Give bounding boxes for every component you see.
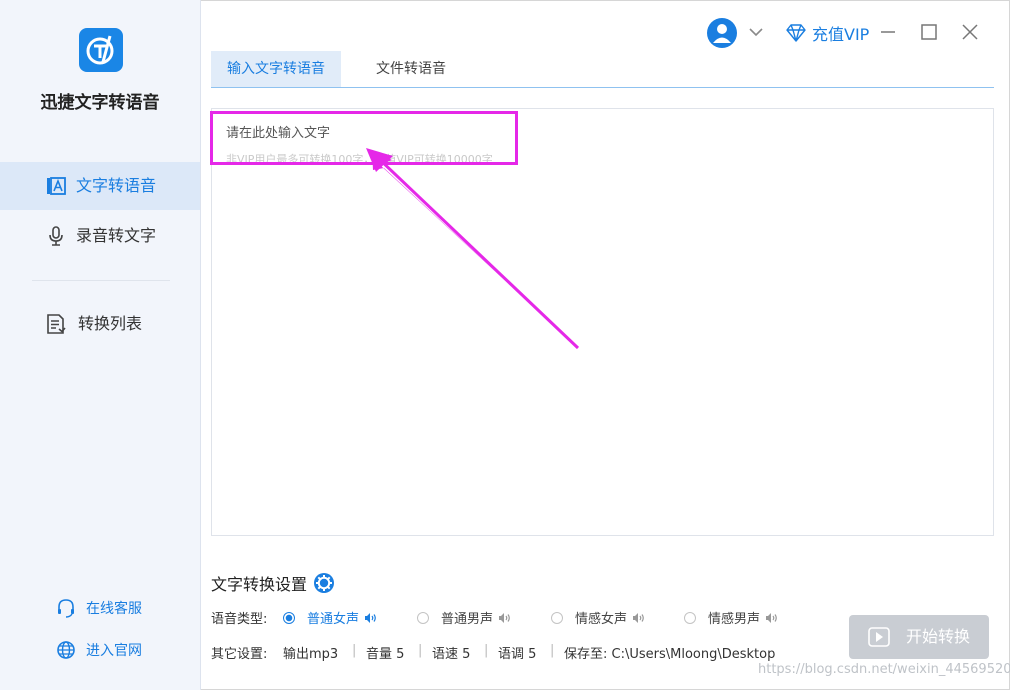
conversion-settings-title: 文字转换设置: [211, 571, 335, 595]
text-input-area[interactable]: 请在此处输入文字 非VIP用户最多可转换100字，充值VIP可转换10000字: [211, 108, 994, 536]
document-list-icon: [47, 314, 66, 334]
headset-icon: [58, 599, 74, 618]
sidebar-item-label: 转换列表: [78, 314, 143, 333]
speaker-icon[interactable]: [632, 612, 646, 624]
voice-option-label: 情感男声: [708, 612, 761, 627]
sidebar: 迅捷文字转语音 文字转语音 录音转文字 转换列表 在线客服 进入官网: [0, 0, 201, 690]
voice-option-emotional-male[interactable]: 情感男声: [684, 608, 779, 627]
user-icon: [713, 24, 731, 43]
speaker-icon[interactable]: [765, 612, 779, 624]
volume-setting[interactable]: 音量 5: [366, 643, 404, 662]
save-path-setting[interactable]: 保存至: C:\Users\Mloong\Desktop: [564, 643, 775, 662]
speed-setting[interactable]: 语速 5: [432, 643, 470, 662]
footer-link-label: 在线客服: [86, 601, 142, 617]
minimize-button[interactable]: [876, 20, 900, 44]
voice-option-normal-female[interactable]: 普通女声: [283, 608, 378, 627]
chevron-down-icon[interactable]: [748, 26, 764, 38]
sidebar-item-text-to-speech[interactable]: 文字转语音: [0, 162, 200, 210]
tab-file-to-speech[interactable]: 文件转语音: [376, 51, 446, 87]
globe-icon: [57, 641, 75, 659]
sidebar-item-conversion-list[interactable]: 转换列表: [0, 300, 200, 348]
pitch-setting[interactable]: 语调 5: [498, 643, 536, 662]
vip-label: 充值VIP: [812, 25, 870, 44]
sidebar-item-label: 文字转语音: [76, 176, 157, 195]
voice-option-normal-male[interactable]: 普通男声: [417, 608, 512, 627]
separator: |: [352, 643, 357, 658]
separator: |: [550, 643, 555, 658]
sidebar-divider: [32, 280, 170, 281]
play-icon: [868, 627, 890, 647]
watermark-text: https://blog.csdn.net/weixin_44569520: [758, 662, 1010, 677]
speaker-icon[interactable]: [364, 612, 378, 624]
voice-option-label: 普通女声: [307, 612, 360, 627]
vip-recharge-button[interactable]: 充值VIP: [786, 21, 869, 45]
close-button[interactable]: [958, 20, 982, 44]
output-format-setting[interactable]: 输出mp3: [283, 643, 338, 662]
settings-title-text: 文字转换设置: [211, 575, 308, 594]
separator: |: [484, 643, 489, 658]
app-logo: [79, 28, 123, 72]
tab-bar: 输入文字转语音 文件转语音: [211, 51, 994, 88]
diamond-icon: [786, 24, 806, 42]
text-to-speech-icon: [47, 177, 66, 195]
annotation-highlight-box: [210, 111, 518, 165]
official-website-link[interactable]: 进入官网: [56, 640, 142, 660]
radio-unselected[interactable]: [417, 611, 429, 624]
voice-option-label: 情感女声: [575, 612, 628, 627]
start-button-label: 开始转换: [906, 627, 971, 646]
radio-unselected[interactable]: [684, 611, 696, 624]
tab-input-text-to-speech[interactable]: 输入文字转语音: [211, 51, 341, 87]
separator: |: [418, 643, 423, 658]
other-settings-label: 其它设置:: [211, 647, 268, 662]
microphone-icon: [49, 226, 63, 246]
user-avatar[interactable]: [707, 18, 737, 48]
voice-option-label: 普通男声: [441, 612, 494, 627]
speaker-icon[interactable]: [498, 612, 512, 624]
gear-icon[interactable]: [313, 572, 335, 594]
radio-unselected[interactable]: [551, 611, 563, 624]
start-conversion-button[interactable]: 开始转换: [849, 615, 989, 659]
sidebar-item-speech-to-text[interactable]: 录音转文字: [0, 212, 200, 260]
online-support-link[interactable]: 在线客服: [56, 598, 142, 618]
logo-icon: [86, 35, 114, 65]
voice-type-label: 语音类型:: [211, 612, 268, 627]
maximize-button[interactable]: [917, 20, 941, 44]
app-name: 迅捷文字转语音: [40, 93, 160, 113]
voice-option-emotional-female[interactable]: 情感女声: [551, 608, 646, 627]
sidebar-item-label: 录音转文字: [76, 226, 157, 245]
footer-link-label: 进入官网: [86, 643, 142, 659]
radio-selected[interactable]: [283, 611, 295, 624]
